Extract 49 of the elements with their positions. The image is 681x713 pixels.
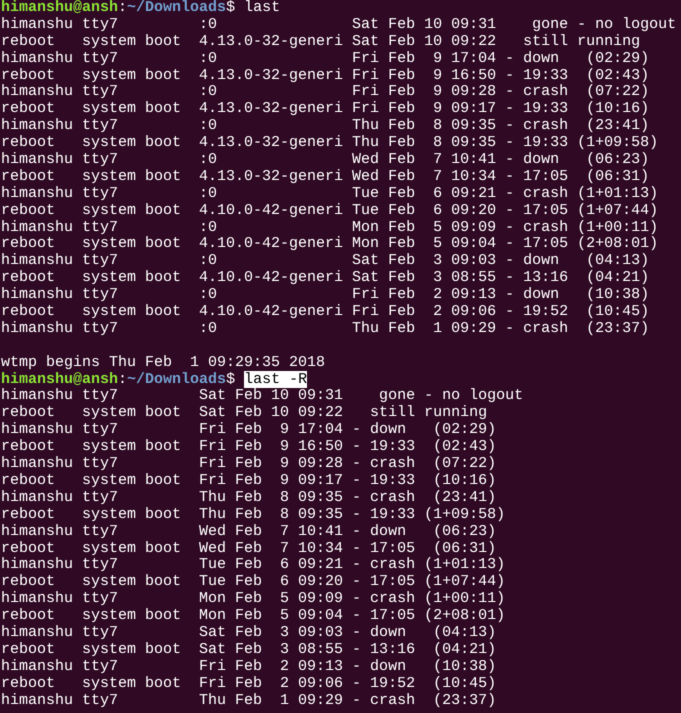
output-line: himanshu tty7 Fri Feb 9 17:04 - down (02:29) xyxy=(1,421,496,438)
prompt-user-host: himanshu@ansh xyxy=(1,370,118,388)
output-line: himanshu tty7 Fri Feb 2 09:13 - down (10:38) xyxy=(1,658,496,675)
output-line: reboot system boot Mon Feb 5 09:04 - 17:05 (2+08:01) xyxy=(1,607,506,624)
output-line: himanshu tty7 Sat Feb 3 09:03 - down (04:13) xyxy=(1,624,496,641)
output-line: reboot system boot Thu Feb 8 09:35 - 19:33 (1+09:58) xyxy=(1,506,506,523)
prompt-user-host: himanshu@ansh xyxy=(1,0,118,16)
output-line: himanshu tty7 :0 Fri Feb 2 09:13 - down (10:38) xyxy=(1,286,650,304)
output-line: himanshu tty7 Thu Feb 1 09:29 - crash (23:37) xyxy=(1,692,496,709)
output-line: reboot system boot 4.10.0-42-generi Sat Feb 3 08:55 - 13:16 (04:21) xyxy=(1,269,650,286)
output-line: reboot system boot 4.13.0-32-generi Thu Feb 8 09:35 - 19:33 (1+09:58) xyxy=(1,134,658,152)
output-line: himanshu tty7 Tue Feb 6 09:21 - crash (1+01:13) xyxy=(1,556,506,574)
prompt-symbol: $ xyxy=(226,0,236,16)
output-line: himanshu tty7 Fri Feb 9 09:28 - crash (07:22) xyxy=(1,455,496,472)
output-line: reboot system boot 4.13.0-32-generi Fri Feb 9 09:17 - 19:33 (10:16) xyxy=(1,100,650,118)
output-line: himanshu tty7 Mon Feb 5 09:09 - crash (1+00:11) xyxy=(1,590,506,608)
output-line: reboot system boot Wed Feb 7 10:34 - 17:05 (06:31) xyxy=(1,540,496,556)
output-line: reboot system boot Sat Feb 3 08:55 - 13:16 (04:21) xyxy=(1,640,496,658)
output-line: himanshu tty7 :0 Thu Feb 8 09:35 - crash (23:41) xyxy=(1,117,650,134)
output-line: himanshu tty7 Wed Feb 7 10:41 - down (06:23) xyxy=(1,522,496,540)
output-line: reboot system boot 4.13.0-32-generi Fri Feb 9 16:50 - 19:33 (02:43) xyxy=(1,66,650,84)
prompt-path: ~/Downloads xyxy=(127,0,226,16)
output-line: himanshu tty7 :0 Sat Feb 10 09:31 gone - no logout xyxy=(1,16,676,33)
output-line: himanshu tty7 :0 Fri Feb 9 09:28 - crash (07:22) xyxy=(1,83,650,100)
output-line: himanshu tty7 Sat Feb 10 09:31 gone - no logout xyxy=(1,387,524,404)
output-line: reboot system boot Sat Feb 10 09:22 still running xyxy=(1,404,488,422)
output-line: himanshu tty7 :0 Fri Feb 9 17:04 - down (02:29) xyxy=(1,50,650,67)
output-line: reboot system boot 4.10.0-42-generi Fri Feb 2 09:06 - 19:52 (10:45) xyxy=(1,303,650,320)
output-line: reboot system boot Fri Feb 9 16:50 - 19:33 (02:43) xyxy=(1,438,496,456)
output-line: reboot system boot 4.13.0-32-generi Sat Feb 10 09:22 still running xyxy=(1,32,640,50)
output-line: reboot system boot 4.10.0-42-generi Tue Feb 6 09:20 - 17:05 (1+07:44) xyxy=(1,202,658,219)
output-line: reboot system boot Fri Feb 9 09:17 - 19:33 (10:16) xyxy=(1,472,496,489)
prompt-symbol: $ xyxy=(226,370,236,388)
output-line: wtmp begins Thu Feb 1 09:29:35 2018 xyxy=(1,354,326,371)
output-line: himanshu tty7 :0 Sat Feb 3 09:03 - down (04:13) xyxy=(1,252,650,270)
output-line: himanshu tty7 :0 Mon Feb 5 09:09 - crash (1+00:11) xyxy=(1,218,658,236)
prompt-separator: : xyxy=(118,0,128,16)
output-line: himanshu tty7 :0 Thu Feb 1 09:29 - crash (23:37) xyxy=(1,320,650,337)
output-line: reboot system boot Fri Feb 2 09:06 - 19:52 (10:45) xyxy=(1,674,496,692)
output-line: reboot system boot 4.13.0-32-generi Wed Feb 7 10:34 - 17:05 (06:31) xyxy=(1,168,650,185)
output-line: himanshu tty7 :0 Wed Feb 7 10:41 - down (06:23) xyxy=(1,151,650,168)
command-text: last xyxy=(244,0,280,16)
output-line: reboot system boot 4.10.0-42-generi Mon Feb 5 09:04 - 17:05 (2+08:01) xyxy=(1,235,658,252)
output-line: himanshu tty7 :0 Tue Feb 6 09:21 - crash (1+01:13) xyxy=(1,184,658,202)
prompt-path: ~/Downloads xyxy=(127,370,226,388)
command-text: last -R xyxy=(244,370,308,388)
output-line: himanshu tty7 Thu Feb 8 09:35 - crash (23:41) xyxy=(1,488,496,506)
output-line: reboot system boot Tue Feb 6 09:20 - 17:05 (1+07:44) xyxy=(1,573,506,590)
prompt-separator: : xyxy=(118,370,128,388)
